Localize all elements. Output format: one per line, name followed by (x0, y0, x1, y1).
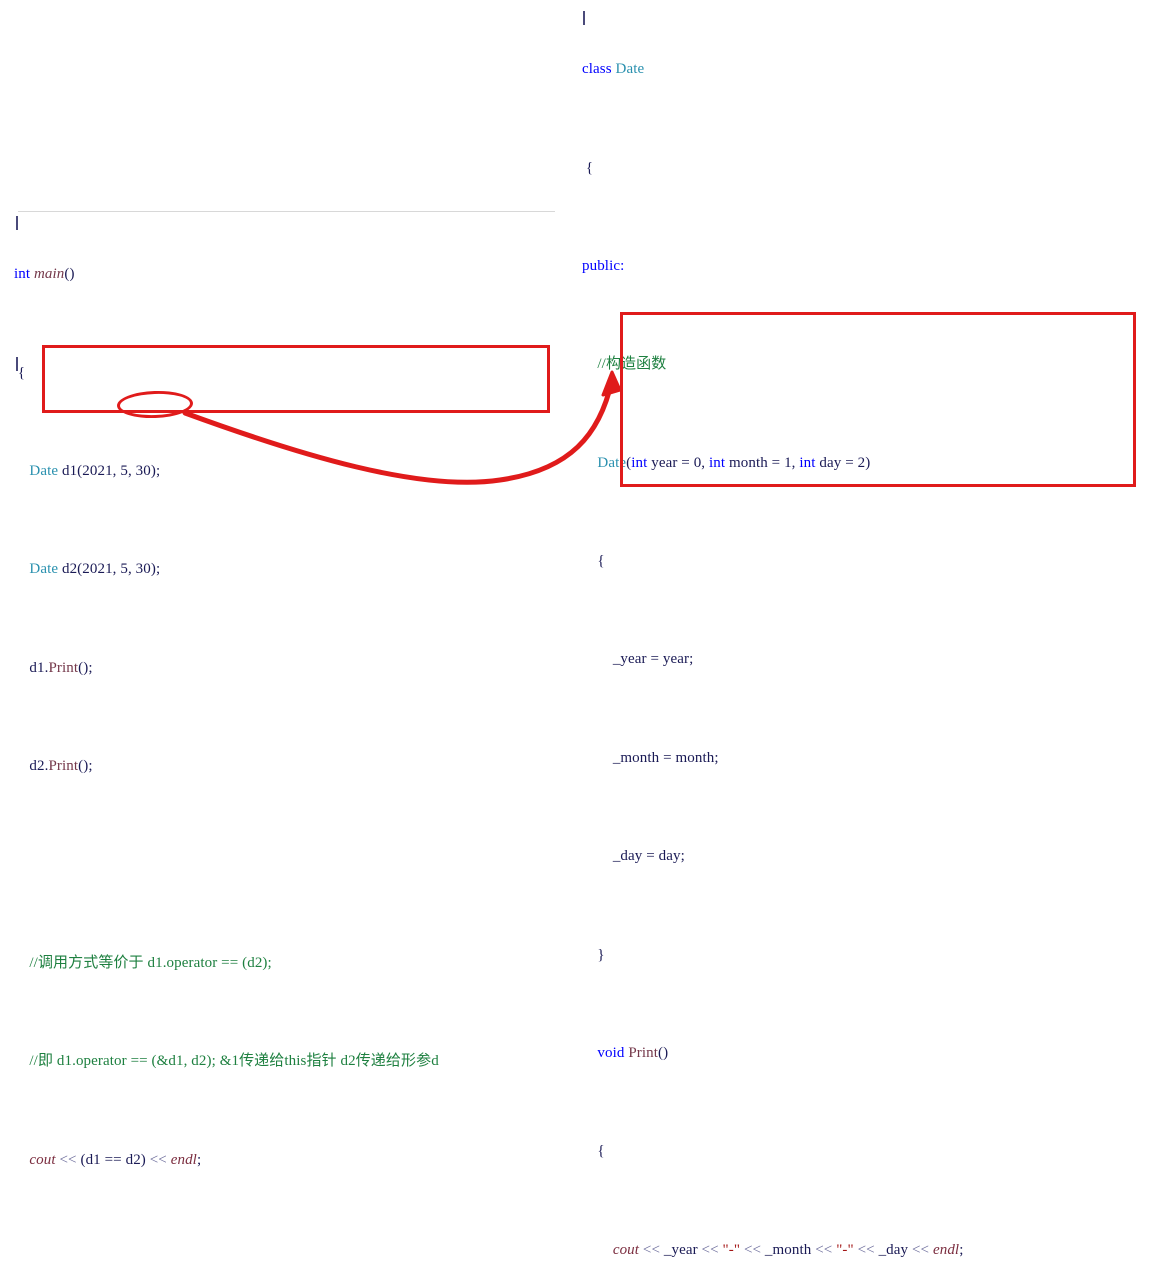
member-year-out: _year (660, 1241, 702, 1258)
param-month: month = 1, (725, 454, 800, 471)
shift-op-c: << (743, 1241, 762, 1258)
class-name-date: Date (615, 61, 645, 78)
print-brace-open: { (597, 1143, 605, 1160)
code-line-print-cout: cout << _year << "-" << _month << "-" <<… (582, 1238, 1157, 1263)
constructor-name-date: Date (597, 454, 627, 471)
d2-declaration: d2(2021, 5, 30); (61, 561, 161, 578)
access-specifier-public: public: (582, 257, 625, 274)
keyword-int: int (14, 266, 31, 283)
keyword-int-day: int (799, 454, 816, 471)
empty-parens: () (64, 266, 75, 283)
call-end-1: (); (78, 659, 93, 676)
comment-this-pointer-explain: //即 d1.operator == (&d1, d2); &1传递给this指… (29, 1053, 439, 1070)
param-year: year = 0, (647, 454, 709, 471)
keyword-int-year: int (631, 454, 648, 471)
stream-endl: endl (170, 1151, 197, 1168)
date-class-code-panel[interactable]: class Date { public: //构造函数 Date(int yea… (582, 8, 1157, 1286)
member-day-out: _day (874, 1241, 912, 1258)
code-line-ctor-open-brace: { (582, 549, 1157, 574)
keyword-void: void (597, 1044, 625, 1061)
stream-endl-print: endl (932, 1241, 960, 1258)
d1-declaration: d1(2021, 5, 30); (61, 462, 161, 479)
code-line-print-signature: void Print() (582, 1041, 1157, 1066)
code-line-open-brace: { (14, 361, 559, 386)
function-main: main (34, 266, 65, 283)
assignment-day: _day = day; (612, 848, 685, 865)
main-function-code-panel[interactable]: int main() { Date d1(2021, 5, 30); Date … (14, 213, 559, 1286)
string-dash-1: "-" (722, 1241, 741, 1258)
object-d2: d2. (29, 758, 49, 775)
code-line-class-open-brace: { (582, 156, 1157, 181)
function-print-d1: Print (48, 659, 79, 676)
assignment-year: _year = year; (612, 651, 694, 668)
type-date: Date (29, 462, 59, 479)
code-line-d1-decl: Date d1(2021, 5, 30); (14, 459, 559, 484)
code-line-ctor-close-brace: } (582, 943, 1157, 968)
shift-op-b: << (701, 1241, 719, 1258)
param-day: day = 2) (815, 454, 871, 471)
code-line-main-signature: int main() (14, 262, 559, 287)
ctor-brace-open: { (597, 553, 605, 570)
assignment-month: _month = month; (612, 749, 719, 766)
member-month-out: _month (761, 1241, 816, 1258)
comment-call-equivalent: //调用方式等价于 d1.operator == (d2); (29, 954, 272, 971)
code-line-class-date: class Date (582, 57, 1157, 82)
code-line-comment-this-pointer: //即 d1.operator == (&d1, d2); &1传递给this指… (14, 1049, 559, 1074)
shift-op-f: << (911, 1241, 930, 1258)
code-line-public-label: public: (582, 254, 1157, 279)
stream-cout-print: cout (612, 1241, 640, 1258)
shift-operator-2: << (149, 1151, 167, 1168)
code-line-d2-print: d2.Print(); (14, 754, 559, 779)
shift-op-e: << (857, 1241, 875, 1258)
type-date-2: Date (29, 561, 59, 578)
code-line-cout-compare: cout << (d1 == d2) << endl; (14, 1148, 559, 1173)
code-line-blank-1 (14, 852, 559, 877)
brace-open: { (17, 364, 26, 381)
code-line-assign-year: _year = year; (582, 647, 1157, 672)
code-line-d2-decl: Date d2(2021, 5, 30); (14, 557, 559, 582)
class-brace-open: { (585, 159, 594, 176)
semicolon-print: ; (959, 1241, 964, 1258)
shift-operator-1: << (59, 1151, 77, 1168)
string-dash-2: "-" (836, 1241, 854, 1258)
code-line-d1-print: d1.Print(); (14, 656, 559, 681)
keyword-int-month: int (709, 454, 726, 471)
code-line-blank-2 (14, 1246, 559, 1271)
code-line-print-open-brace: { (582, 1139, 1157, 1164)
code-line-assign-month: _month = month; (582, 746, 1157, 771)
call-end-2: (); (78, 758, 93, 775)
shift-op-d: << (815, 1241, 833, 1258)
method-print: Print (628, 1044, 659, 1061)
keyword-class: class (582, 61, 612, 78)
stream-cout: cout (29, 1151, 56, 1168)
ctor-brace-close: } (597, 946, 605, 963)
left-panel-separator (18, 211, 555, 212)
code-line-comment-equivalent: //调用方式等价于 d1.operator == (d2); (14, 951, 559, 976)
comparison-expression: (d1 == d2) (76, 1151, 150, 1168)
print-parens: () (658, 1044, 669, 1061)
code-line-assign-day: _day = day; (582, 844, 1157, 869)
code-line-comment-constructor: //构造函数 (582, 352, 1157, 377)
comment-constructor: //构造函数 (597, 356, 667, 373)
object-d1: d1. (29, 659, 49, 676)
semicolon-1: ; (196, 1151, 202, 1168)
shift-op-a: << (642, 1241, 661, 1258)
function-print-d2: Print (48, 758, 79, 775)
code-line-constructor-signature: Date(int year = 0, int month = 1, int da… (582, 451, 1157, 476)
